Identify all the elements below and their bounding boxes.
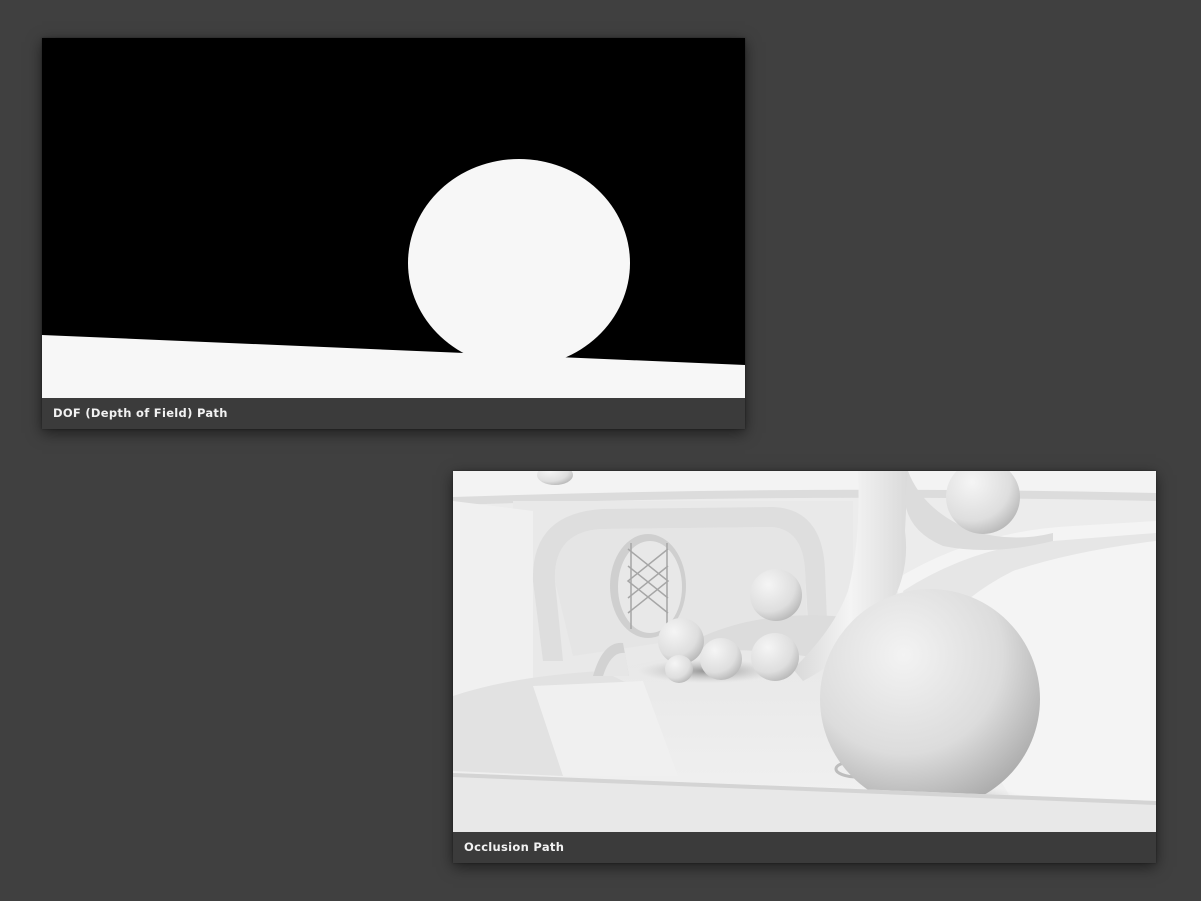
- sphere-mid: [750, 569, 802, 621]
- sphere-small-3: [665, 655, 693, 683]
- sphere-large: [820, 589, 1040, 809]
- occlusion-render-image: [453, 471, 1156, 832]
- dof-sphere: [408, 159, 630, 367]
- dof-render-image: [42, 38, 745, 398]
- dof-render-panel: DOF (Depth of Field) Path: [42, 38, 745, 429]
- sphere-small-4: [751, 633, 799, 681]
- occlusion-caption: Occlusion Path: [453, 832, 1156, 863]
- sphere-small-2: [700, 638, 742, 680]
- occlusion-render-panel: Occlusion Path: [453, 471, 1156, 863]
- dof-caption: DOF (Depth of Field) Path: [42, 398, 745, 429]
